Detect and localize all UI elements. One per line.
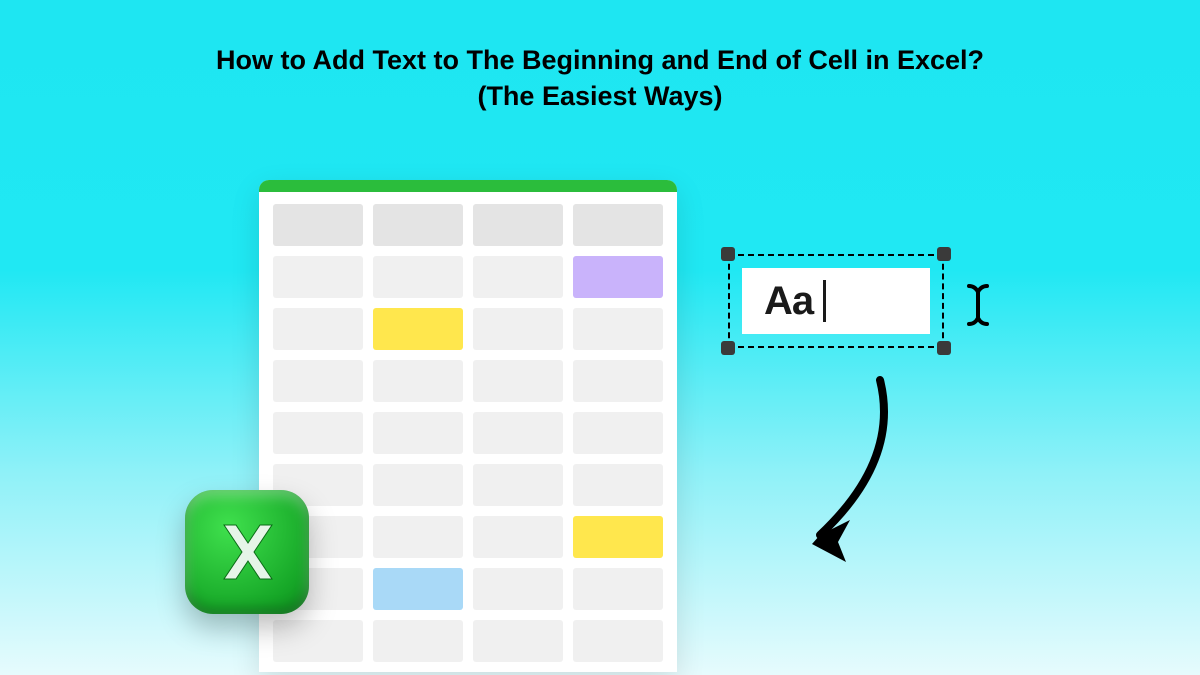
sheet-row: [273, 308, 663, 350]
cell: [373, 516, 463, 558]
sheet-row: [273, 568, 663, 610]
excel-app-icon: [185, 490, 309, 614]
cell: [473, 464, 563, 506]
cell: [573, 360, 663, 402]
sheet-topbar: [259, 180, 677, 192]
cell: [373, 620, 463, 662]
header-cell: [473, 204, 563, 246]
text-field: Aa: [742, 268, 930, 334]
cell: [273, 308, 363, 350]
header-cell: [273, 204, 363, 246]
cell: [473, 256, 563, 298]
cell: [473, 568, 563, 610]
cell: [373, 360, 463, 402]
text-cursor-icon: [963, 280, 993, 335]
sheet-body: [259, 192, 677, 662]
title-line-2: (The Easiest Ways): [0, 78, 1200, 114]
resize-handle-icon: [937, 341, 951, 355]
sheet-row: [273, 360, 663, 402]
sheet-row: [273, 516, 663, 558]
sheet-row: [273, 412, 663, 454]
text-input-illustration: Aa: [728, 254, 944, 348]
cell: [273, 360, 363, 402]
sheet-header-row: [273, 204, 663, 246]
cell: [273, 412, 363, 454]
header-cell: [373, 204, 463, 246]
cell: [373, 464, 463, 506]
cell: [573, 464, 663, 506]
cell: [473, 308, 563, 350]
cell: [573, 568, 663, 610]
sheet-row: [273, 620, 663, 662]
cell: [373, 256, 463, 298]
cell-highlight-blue: [373, 568, 463, 610]
excel-x-glyph: [212, 517, 282, 587]
cell-highlight-yellow: [373, 308, 463, 350]
page-title: How to Add Text to The Beginning and End…: [0, 0, 1200, 115]
cell: [573, 620, 663, 662]
spreadsheet-illustration: [259, 180, 677, 672]
cell-highlight-purple: [573, 256, 663, 298]
curved-arrow-icon: [750, 370, 930, 575]
sheet-row: [273, 256, 663, 298]
text-caret-icon: [823, 280, 826, 322]
cell: [473, 620, 563, 662]
cell: [273, 620, 363, 662]
resize-handle-icon: [937, 247, 951, 261]
cell: [573, 308, 663, 350]
sample-text: Aa: [764, 279, 813, 324]
title-line-1: How to Add Text to The Beginning and End…: [0, 42, 1200, 78]
cell: [273, 256, 363, 298]
resize-handle-icon: [721, 247, 735, 261]
cell: [473, 360, 563, 402]
cell: [473, 412, 563, 454]
cell-highlight-yellow: [573, 516, 663, 558]
resize-handle-icon: [721, 341, 735, 355]
sheet-row: [273, 464, 663, 506]
cell: [373, 412, 463, 454]
cell: [573, 412, 663, 454]
header-cell: [573, 204, 663, 246]
cell: [473, 516, 563, 558]
